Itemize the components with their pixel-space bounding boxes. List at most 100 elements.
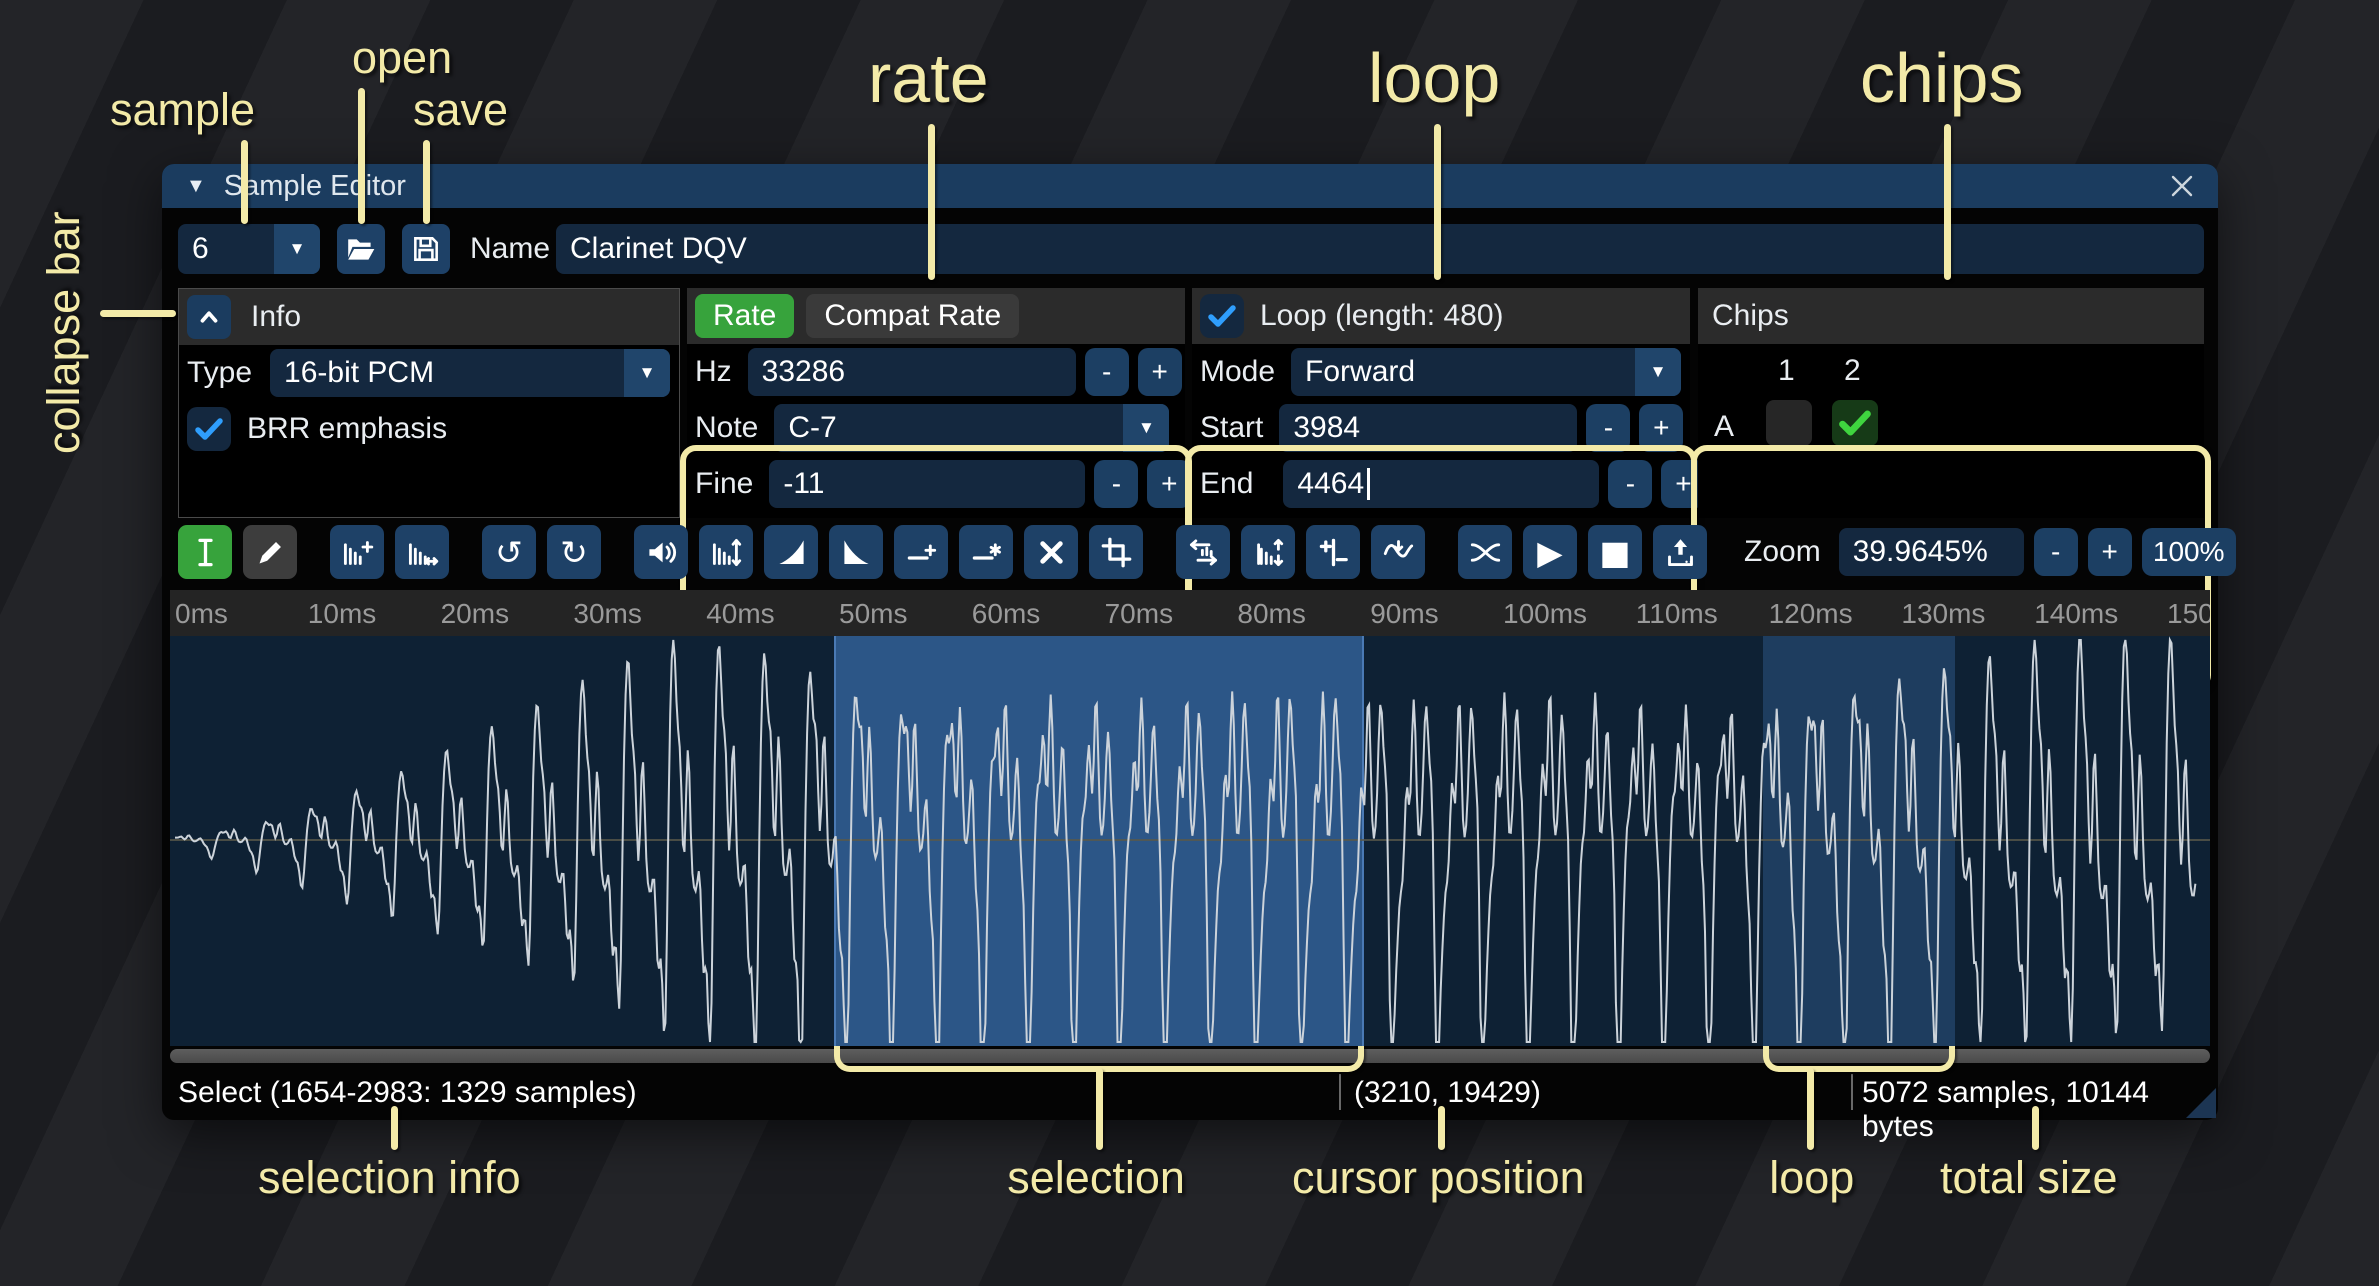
fine-plus-button[interactable]: + [1147, 460, 1191, 508]
callout-line-loop-bottom [1807, 1068, 1814, 1150]
stop-preview-button[interactable]: ■ [1588, 525, 1642, 579]
loop-mode-select[interactable]: Forward▼ [1291, 348, 1681, 396]
ruler-label: 100ms [1503, 598, 1587, 630]
edit-mode-draw-icon [254, 536, 287, 569]
loop-end-input[interactable]: 4464 [1283, 460, 1599, 508]
chip-checkbox-1[interactable] [1766, 400, 1812, 446]
brr-emphasis-checkbox[interactable] [187, 407, 231, 451]
delete-icon [1035, 536, 1068, 569]
fine-input[interactable]: -11 [769, 460, 1085, 508]
callout-line-cursor-position [1438, 1106, 1445, 1150]
trim-button[interactable] [1089, 525, 1143, 579]
window-resize-grip[interactable] [2186, 1088, 2216, 1118]
time-ruler[interactable]: 0ms10ms20ms30ms40ms50ms60ms70ms80ms90ms1… [170, 590, 2210, 636]
hz-plus-button[interactable]: + [1138, 348, 1182, 396]
callout-line-save [423, 140, 430, 224]
status-bar: Select (1654-2983: 1329 samples) (3210, … [162, 1066, 2218, 1120]
resize-button[interactable] [330, 525, 384, 579]
check-icon [1207, 301, 1237, 331]
apply-filter-icon [1382, 536, 1415, 569]
zoom-in-button[interactable]: + [2088, 528, 2132, 576]
amplify-button[interactable] [634, 525, 688, 579]
loop-header: Loop (length: 480) [1260, 299, 1504, 333]
loop-start-plus-button[interactable]: + [1639, 404, 1683, 452]
open-sample-button[interactable] [337, 224, 385, 274]
info-collapse-button[interactable] [187, 295, 231, 339]
annotation-open: open [352, 32, 452, 84]
normalize-button[interactable] [699, 525, 753, 579]
ruler-label: 140ms [2034, 598, 2118, 630]
invert-button[interactable] [1241, 525, 1295, 579]
sample-selector[interactable]: 6 ▼ [178, 224, 320, 274]
zoom-reset-button[interactable]: 100% [2142, 528, 2236, 576]
edit-mode-select-button[interactable] [178, 525, 232, 579]
callout-line-chips [1944, 124, 1951, 280]
mode-label: Mode [1200, 355, 1275, 389]
fade-in-icon [775, 536, 808, 569]
zoom-out-button[interactable]: - [2034, 528, 2078, 576]
fade-in-button[interactable] [764, 525, 818, 579]
annotation-selection-info: selection info [258, 1152, 521, 1204]
redo-button[interactable]: ↻ [547, 525, 601, 579]
callout-line-rate [928, 124, 935, 280]
save-sample-button[interactable] [402, 224, 450, 274]
compat-rate-tab[interactable]: Compat Rate [806, 294, 1019, 338]
annotation-cursor-position: cursor position [1292, 1152, 1585, 1204]
undo-button[interactable]: ↺ [482, 525, 536, 579]
ruler-label: 40ms [706, 598, 774, 630]
ruler-label: 130ms [1901, 598, 1985, 630]
resize-stretch-icon [406, 536, 439, 569]
chevron-down-icon[interactable]: ▼ [274, 224, 320, 274]
callout-line-loop [1434, 124, 1441, 280]
window-titlebar[interactable]: ▼ Sample Editor [162, 164, 2218, 208]
window-collapse-icon[interactable]: ▼ [186, 175, 206, 198]
preview-sample-button[interactable]: ▶ [1523, 525, 1577, 579]
zoom-input[interactable]: 39.9645% [1839, 528, 2024, 576]
edit-mode-draw-button[interactable] [243, 525, 297, 579]
waveform-display[interactable] [170, 636, 2210, 1046]
ruler-label: 110ms [1636, 598, 1718, 630]
insert-silence-button[interactable] [894, 525, 948, 579]
insert-silence-icon [905, 536, 938, 569]
chevron-down-icon: ▼ [624, 349, 670, 397]
resize-stretch-button[interactable] [395, 525, 449, 579]
chip-checkbox-2[interactable] [1832, 400, 1878, 446]
hz-input[interactable]: 33286 [748, 348, 1076, 396]
reverse-icon [1187, 536, 1220, 569]
loop-end-label: End [1200, 467, 1253, 501]
status-total-size: 5072 samples, 10144 bytes [1862, 1076, 2218, 1144]
type-select[interactable]: 16-bit PCM ▼ [270, 349, 670, 397]
apply-silence-button[interactable] [959, 525, 1013, 579]
sample-name-input[interactable]: Clarinet DQV [556, 224, 2204, 274]
chips-panel: Chips 1 2 A [1698, 288, 2204, 518]
crossfade-icon [1469, 536, 1502, 569]
chips-row-label: A [1714, 410, 1734, 444]
fine-minus-button[interactable]: - [1094, 460, 1138, 508]
hz-minus-button[interactable]: - [1085, 348, 1129, 396]
delete-button[interactable] [1024, 525, 1078, 579]
apply-filter-button[interactable] [1371, 525, 1425, 579]
sign-exchange-button[interactable] [1306, 525, 1360, 579]
ruler-label: 60ms [972, 598, 1040, 630]
sign-exchange-icon [1317, 536, 1350, 569]
loop-enable-checkbox[interactable] [1200, 294, 1244, 338]
callout-line-selection-info [391, 1106, 398, 1150]
fade-out-button[interactable] [829, 525, 883, 579]
note-select[interactable]: C-7▼ [774, 404, 1169, 452]
callout-line-sample [241, 140, 248, 224]
ruler-label: 70ms [1105, 598, 1173, 630]
normalize-icon [710, 536, 743, 569]
reverse-button[interactable] [1176, 525, 1230, 579]
close-button[interactable] [2164, 168, 2200, 204]
create-instrument-button[interactable] [1653, 525, 1707, 579]
chevron-down-icon: ▼ [1123, 404, 1169, 452]
loop-start-label: Start [1200, 411, 1263, 445]
trim-icon [1100, 536, 1133, 569]
loop-start-input[interactable]: 3984 [1279, 404, 1577, 452]
crossfade-button[interactable] [1458, 525, 1512, 579]
loop-brace [1763, 1046, 1954, 1072]
loop-start-minus-button[interactable]: - [1586, 404, 1630, 452]
rate-tab[interactable]: Rate [695, 294, 794, 338]
chips-column-1: 1 [1778, 354, 1795, 388]
loop-end-minus-button[interactable]: - [1608, 460, 1652, 508]
